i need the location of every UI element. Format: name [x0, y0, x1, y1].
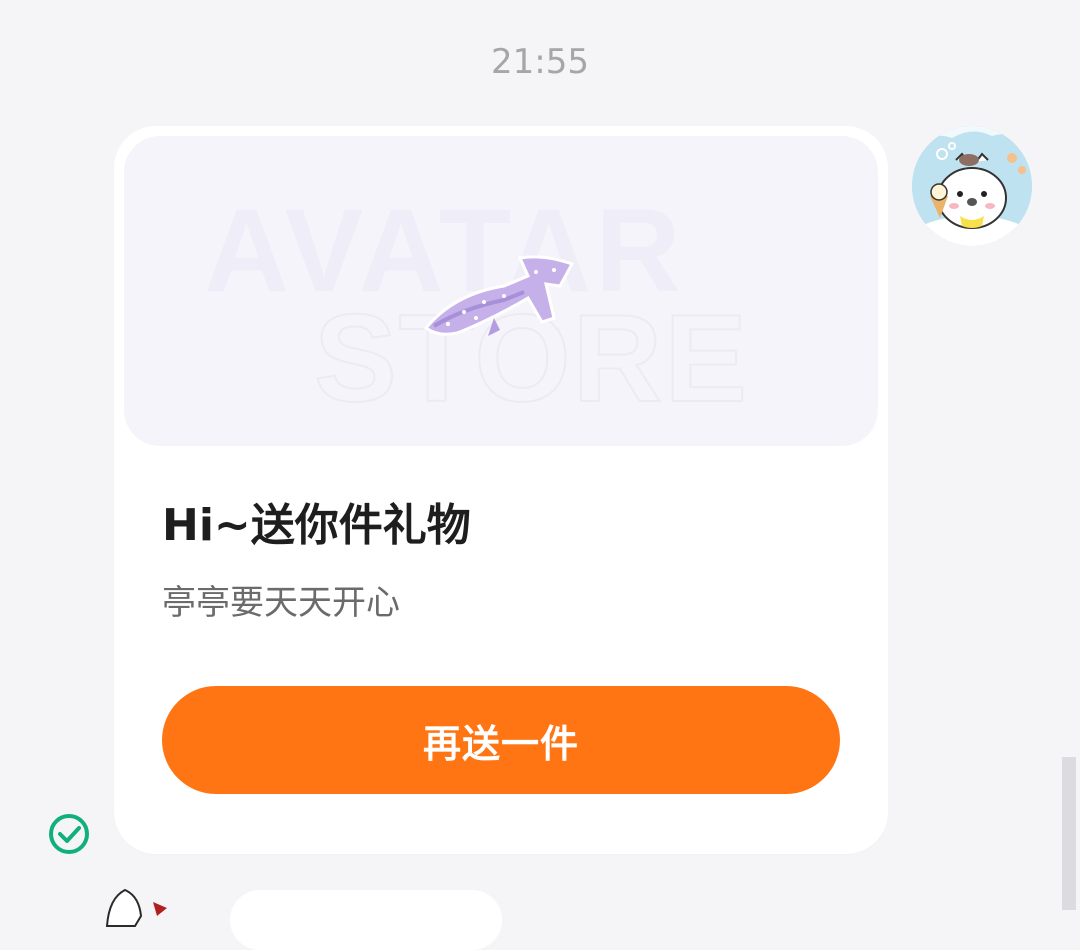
gift-title: Hi~送你件礼物	[162, 500, 471, 551]
banner-watermark-line2: STORE	[314, 290, 749, 428]
scrollbar[interactable]	[1062, 757, 1076, 910]
resend-gift-button[interactable]: 再送一件	[162, 686, 840, 794]
check-circle-icon	[48, 813, 90, 855]
gift-subtitle: 亭亭要天天开心	[162, 583, 400, 623]
resend-gift-button-label: 再送一件	[422, 721, 579, 766]
next-message-bubble[interactable]	[230, 890, 502, 950]
gift-banner: AVATAR STORE	[124, 136, 878, 446]
user-avatar-icon[interactable]	[912, 126, 1032, 246]
message-timestamp: 21:55	[491, 42, 589, 82]
gift-message-card[interactable]: AVATAR STORE Hi~送你件礼物 亭亭要天天开心 再送一件	[114, 126, 888, 854]
next-sender-avatar[interactable]	[95, 886, 185, 946]
